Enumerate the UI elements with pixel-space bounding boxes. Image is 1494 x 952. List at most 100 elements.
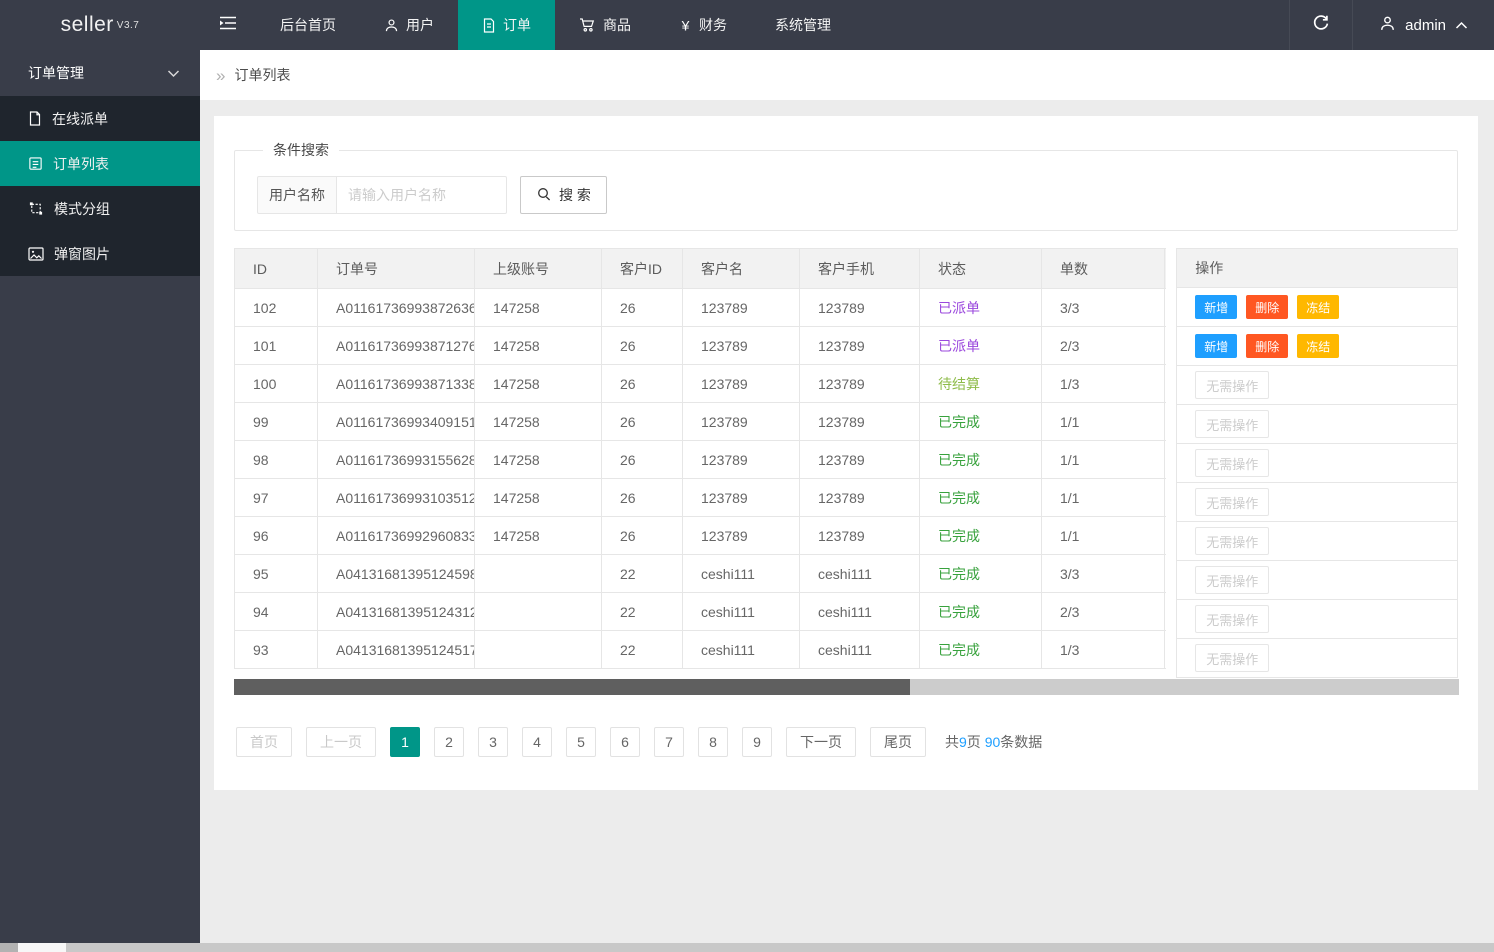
admin-dropdown[interactable]: admin xyxy=(1353,0,1494,50)
status-badge: 已完成 xyxy=(938,566,980,582)
pagination-page-2[interactable]: 2 xyxy=(434,727,464,757)
customer-name-cell: ceshi111 xyxy=(683,593,800,631)
operations-column: 操作 新增删除冻结新增删除冻结无需操作无需操作无需操作无需操作无需操作无需操作无… xyxy=(1176,248,1458,678)
status-cell: 已派单 xyxy=(920,327,1042,365)
customer-id-cell: 26 xyxy=(602,517,683,555)
table-row: 97A0116173699310351214725826123789123789… xyxy=(235,479,1167,517)
parent-account-cell: 147258 xyxy=(475,479,602,517)
username-input[interactable] xyxy=(337,176,507,214)
nav-item-label: 后台首页 xyxy=(280,15,336,35)
clipped-cell xyxy=(1165,593,1167,631)
count-cell: 3/3 xyxy=(1042,555,1165,593)
pagination-page-5[interactable]: 5 xyxy=(566,727,596,757)
pagination-page-6[interactable]: 6 xyxy=(610,727,640,757)
pagination-page-8[interactable]: 8 xyxy=(698,727,728,757)
status-cell: 已完成 xyxy=(920,593,1042,631)
column-header: 单数 xyxy=(1042,249,1165,289)
no-action-button: 无需操作 xyxy=(1195,605,1269,633)
sidebar-item-label: 订单列表 xyxy=(53,154,109,174)
pagination-page-4[interactable]: 4 xyxy=(522,727,552,757)
pagination-prev-button[interactable]: 上一页 xyxy=(306,727,376,757)
status-badge: 已派单 xyxy=(938,300,980,316)
count-cell: 1/3 xyxy=(1042,631,1165,669)
order-no-cell: A04131681395124517 xyxy=(318,631,475,669)
order-id-cell: 94 xyxy=(235,593,318,631)
operations-row: 新增删除冻结 xyxy=(1176,288,1458,327)
nav-item-finance[interactable]: ¥财务 xyxy=(655,0,751,50)
freeze-button[interactable]: 冻结 xyxy=(1297,295,1339,319)
page-scrollbar-left-button[interactable] xyxy=(0,943,18,952)
menu-collapse-button[interactable] xyxy=(200,0,256,50)
sidebar-group-order-management[interactable]: 订单管理 xyxy=(0,50,200,96)
order-id-cell: 102 xyxy=(235,289,318,327)
top-navbar: seller V3.7 后台首页用户订单商品¥财务系统管理 a xyxy=(0,0,1494,50)
nav-item-order[interactable]: 订单 xyxy=(458,0,555,50)
pagination-first-button[interactable]: 首页 xyxy=(236,727,292,757)
order-no-cell: A01161736993409151 xyxy=(318,403,475,441)
summary-total-pages: 9 xyxy=(959,734,967,750)
page-scrollbar-thumb[interactable] xyxy=(18,943,66,952)
status-badge: 已完成 xyxy=(938,414,980,430)
pagination-page-1[interactable]: 1 xyxy=(390,727,420,757)
sidebar: 订单管理 在线派单订单列表模式分组弹窗图片 xyxy=(0,50,200,943)
order-id-cell: 101 xyxy=(235,327,318,365)
pagination-page-7[interactable]: 7 xyxy=(654,727,684,757)
main-content: » 订单列表 条件搜索 用户名称 搜 索 xyxy=(200,50,1494,952)
pagination-page-9[interactable]: 9 xyxy=(742,727,772,757)
column-header: 上级账号 xyxy=(475,249,602,289)
order-no-cell: A04131681395124312 xyxy=(318,593,475,631)
status-cell: 已完成 xyxy=(920,441,1042,479)
clipped-cell xyxy=(1165,555,1167,593)
delete-button[interactable]: 删除 xyxy=(1246,295,1288,319)
operations-row: 无需操作 xyxy=(1176,639,1458,678)
table-row: 99A0116173699340915114725826123789123789… xyxy=(235,403,1167,441)
logo-text: seller xyxy=(61,13,114,37)
pagination-last-button[interactable]: 尾页 xyxy=(870,727,926,757)
operations-row: 无需操作 xyxy=(1176,600,1458,639)
parent-account-cell xyxy=(475,555,602,593)
sidebar-item-online-dispatch[interactable]: 在线派单 xyxy=(0,96,200,141)
no-action-button: 无需操作 xyxy=(1195,371,1269,399)
add-button[interactable]: 新增 xyxy=(1195,295,1237,319)
count-cell: 2/3 xyxy=(1042,327,1165,365)
pagination-pages: 123456789 xyxy=(390,727,772,757)
nav-item-system[interactable]: 系统管理 xyxy=(751,0,855,50)
summary-total-records: 90 xyxy=(985,734,1001,750)
nav-item-label: 订单 xyxy=(503,15,531,35)
search-button[interactable]: 搜 索 xyxy=(520,176,607,214)
status-cell: 已完成 xyxy=(920,479,1042,517)
hamburger-icon xyxy=(219,15,237,36)
status-badge: 已完成 xyxy=(938,490,980,506)
count-cell: 2/3 xyxy=(1042,593,1165,631)
order-no-cell: A01161736993155628 xyxy=(318,441,475,479)
sidebar-item-mode-group[interactable]: 模式分组 xyxy=(0,186,200,231)
delete-button[interactable]: 删除 xyxy=(1246,334,1288,358)
sidebar-item-popup-image[interactable]: 弹窗图片 xyxy=(0,231,200,276)
operations-row: 无需操作 xyxy=(1176,366,1458,405)
page-horizontal-scrollbar[interactable] xyxy=(0,943,1494,952)
table-horizontal-scrollbar[interactable] xyxy=(234,679,1459,695)
username-input-group: 用户名称 xyxy=(257,176,507,214)
nav-item-user[interactable]: 用户 xyxy=(360,0,458,50)
nav-item-goods[interactable]: 商品 xyxy=(555,0,655,50)
operations-row: 无需操作 xyxy=(1176,483,1458,522)
pagination-next-button[interactable]: 下一页 xyxy=(786,727,856,757)
add-button[interactable]: 新增 xyxy=(1195,334,1237,358)
customer-phone-cell: 123789 xyxy=(800,441,920,479)
freeze-button[interactable]: 冻结 xyxy=(1297,334,1339,358)
customer-name-cell: ceshi111 xyxy=(683,555,800,593)
table-row: 102A011617369938726361472582612378912378… xyxy=(235,289,1167,327)
table-row: 93A0413168139512451722ceshi111ceshi111已完… xyxy=(235,631,1167,669)
clipped-cell xyxy=(1165,365,1167,403)
order-id-cell: 97 xyxy=(235,479,318,517)
pagination-page-3[interactable]: 3 xyxy=(478,727,508,757)
table-horizontal-scrollbar-thumb[interactable] xyxy=(234,679,910,695)
no-action-button: 无需操作 xyxy=(1195,488,1269,516)
refresh-button[interactable] xyxy=(1289,0,1353,50)
nav-item-home[interactable]: 后台首页 xyxy=(256,0,360,50)
customer-phone-cell: 123789 xyxy=(800,479,920,517)
sidebar-item-order-list[interactable]: 订单列表 xyxy=(0,141,200,186)
count-cell: 1/3 xyxy=(1042,365,1165,403)
customer-id-cell: 26 xyxy=(602,479,683,517)
status-cell: 已派单 xyxy=(920,289,1042,327)
